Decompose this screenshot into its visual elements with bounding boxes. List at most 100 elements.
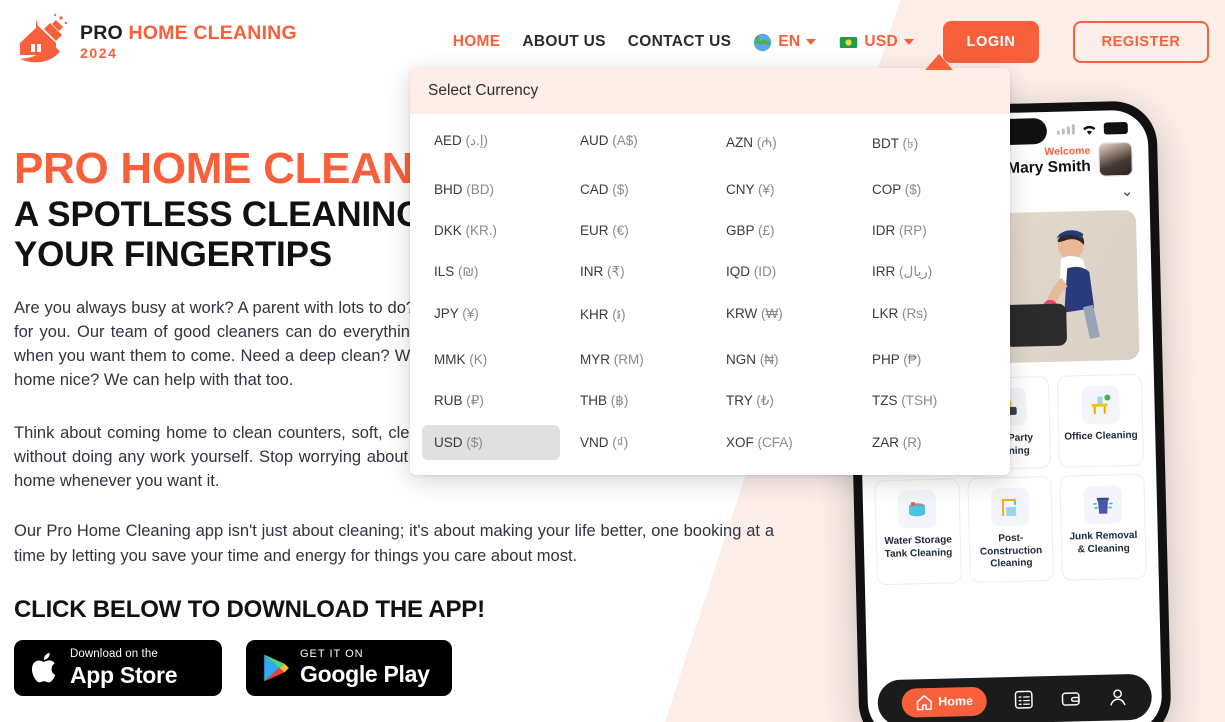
currency-symbol: (BD) xyxy=(466,182,495,197)
currency-option-eur[interactable]: EUR (€) xyxy=(568,213,706,248)
currency-symbol: (₩) xyxy=(761,306,783,321)
currency-option-bdt[interactable]: BDT (৳) xyxy=(860,123,998,166)
currency-option-lkr[interactable]: LKR (Rs) xyxy=(860,296,998,336)
currency-code: NGN xyxy=(726,352,756,367)
currency-option-irr[interactable]: IRR (ریال) xyxy=(860,254,998,290)
store-badges-row: Download on the App Store GET IT ON Goog… xyxy=(14,639,774,696)
currency-options-grid: AED (إ.د) AUD (A$) AZN (₼) BDT (৳) BHD (BD) C… xyxy=(410,114,1010,475)
nav-link-home[interactable]: HOME xyxy=(453,33,501,51)
login-button[interactable]: LOGIN xyxy=(943,21,1039,63)
bookings-list-icon xyxy=(1015,690,1034,709)
dropdown-pointer-arrow xyxy=(925,54,953,70)
currency-code: DKK xyxy=(434,223,462,238)
app-store-big-text: App Store xyxy=(70,661,178,688)
water-tank-icon xyxy=(897,489,937,529)
service-card-label: Water Storage Tank Cleaning xyxy=(884,534,953,560)
currency-code: ZAR xyxy=(872,435,899,450)
house-broom-logo-icon xyxy=(20,13,68,63)
currency-option-inr[interactable]: INR (₹) xyxy=(568,254,706,290)
currency-symbol: (৳) xyxy=(902,136,919,151)
currency-option-gbp[interactable]: GBP (£) xyxy=(714,213,852,248)
app-store-small-text: Download on the xyxy=(70,648,158,661)
profile-person-icon xyxy=(1110,689,1126,706)
currency-code: ILS xyxy=(434,264,455,279)
currency-symbol: (R) xyxy=(902,435,922,450)
currency-option-dkk[interactable]: DKK (KR.) xyxy=(422,213,560,248)
currency-code: BDT xyxy=(872,136,899,151)
currency-code: VND xyxy=(580,435,609,450)
currency-code: CAD xyxy=(580,182,609,197)
page-root: PRO HOME CLEANING 2024 HOME ABOUT US CON… xyxy=(0,0,1225,722)
currency-option-thb[interactable]: THB (฿) xyxy=(568,383,706,419)
apple-icon xyxy=(31,652,56,683)
tab-bookings[interactable] xyxy=(1014,689,1034,709)
currency-symbol: ($) xyxy=(466,435,483,450)
currency-symbol: (ریال) xyxy=(899,264,933,279)
currency-symbol: (៛) xyxy=(612,307,626,322)
brand-home-cleaning: HOME CLEANING xyxy=(128,21,297,44)
currency-option-azn[interactable]: AZN (₼) xyxy=(714,123,852,166)
currency-option-myr[interactable]: MYR (RM) xyxy=(568,342,706,377)
currency-option-jpy[interactable]: JPY (¥) xyxy=(422,296,560,336)
currency-option-xof[interactable]: XOF (CFA) xyxy=(714,425,852,460)
trash-bin-icon xyxy=(1083,485,1123,525)
currency-code: RUB xyxy=(434,393,463,408)
currency-symbol: ($) xyxy=(612,182,629,197)
google-play-small-text: GET IT ON xyxy=(300,648,364,661)
currency-symbol: (ID) xyxy=(753,264,777,279)
service-card[interactable]: Junk Removal & Cleaning xyxy=(1059,473,1147,581)
currency-option-try[interactable]: TRY (₺) xyxy=(714,383,852,419)
google-play-icon xyxy=(264,654,289,682)
tab-profile[interactable] xyxy=(1108,687,1128,707)
currency-symbol: (₺) xyxy=(756,393,774,408)
main-navigation: HOME ABOUT US CONTACT US EN USD LOGIN RE… xyxy=(453,21,1225,63)
tab-wallet[interactable] xyxy=(1061,688,1081,708)
currency-option-vnd[interactable]: VND (₫) xyxy=(568,425,706,460)
currency-code: KRW xyxy=(726,306,758,321)
tab-home[interactable]: Home xyxy=(900,686,988,718)
currency-option-idr[interactable]: IDR (RP) xyxy=(860,213,998,248)
currency-symbol: (KR.) xyxy=(465,223,498,238)
currency-code: IRR xyxy=(872,264,896,279)
currency-option-mmk[interactable]: MMK (K) xyxy=(422,342,560,377)
service-card[interactable]: Post- Construction Cleaning xyxy=(966,475,1055,583)
globe-icon xyxy=(754,33,772,51)
currency-code: AED xyxy=(434,133,462,148)
currency-option-cny[interactable]: CNY (¥) xyxy=(714,172,852,207)
currency-option-cop[interactable]: COP ($) xyxy=(860,172,998,207)
currency-option-aud[interactable]: AUD (A$) xyxy=(568,123,706,166)
money-icon xyxy=(840,36,858,48)
currency-code: AZN xyxy=(726,135,753,150)
nav-link-about-us[interactable]: ABOUT US xyxy=(522,33,605,51)
language-selector[interactable]: EN xyxy=(753,33,817,52)
currency-option-usd[interactable]: USD ($) xyxy=(422,425,560,460)
currency-option-iqd[interactable]: IQD (ID) xyxy=(714,254,852,290)
currency-option-rub[interactable]: RUB (₽) xyxy=(422,383,560,419)
currency-symbol: (Rs) xyxy=(902,306,928,321)
service-card[interactable]: Office Cleaning xyxy=(1057,373,1145,468)
service-card[interactable]: Water Storage Tank Cleaning xyxy=(874,478,962,585)
currency-option-cad[interactable]: CAD ($) xyxy=(568,172,706,207)
currency-symbol: (₱) xyxy=(903,352,922,367)
app-store-button[interactable]: Download on the App Store xyxy=(14,639,222,696)
currency-code: TZS xyxy=(872,393,898,408)
avatar[interactable] xyxy=(1098,141,1133,177)
nav-link-contact-us[interactable]: CONTACT US xyxy=(628,33,731,51)
google-play-button[interactable]: GET IT ON Google Play xyxy=(246,639,452,696)
currency-code: IDR xyxy=(872,223,896,238)
currency-option-php[interactable]: PHP (₱) xyxy=(860,342,998,377)
currency-option-aed[interactable]: AED (إ.د) xyxy=(422,123,560,166)
currency-option-zar[interactable]: ZAR (R) xyxy=(860,425,998,460)
brand-logo[interactable]: PRO HOME CLEANING 2024 xyxy=(14,13,297,71)
currency-code: PHP xyxy=(872,352,900,367)
currency-option-ngn[interactable]: NGN (₦) xyxy=(714,342,852,377)
currency-option-bhd[interactable]: BHD (BD) xyxy=(422,172,560,207)
currency-option-khr[interactable]: KHR (៛) xyxy=(568,296,706,336)
currency-option-ils[interactable]: ILS (₪) xyxy=(422,254,560,290)
wifi-icon xyxy=(1083,125,1096,135)
register-button[interactable]: REGISTER xyxy=(1073,21,1209,63)
vacuum-shape xyxy=(1004,303,1068,348)
currency-option-krw[interactable]: KRW (₩) xyxy=(714,296,852,336)
currency-option-tzs[interactable]: TZS (TSH) xyxy=(860,383,998,419)
currency-selector[interactable]: USD xyxy=(839,33,915,52)
